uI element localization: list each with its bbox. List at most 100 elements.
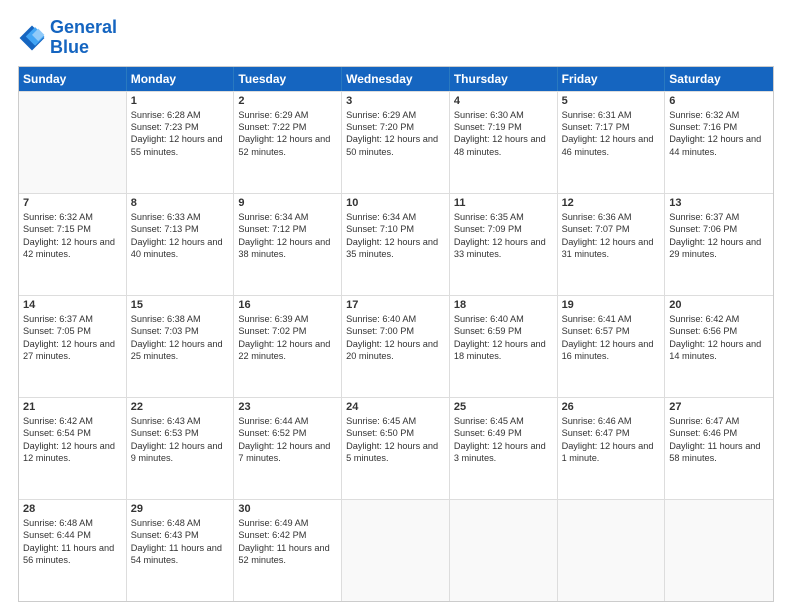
day-number: 12 — [562, 197, 661, 209]
calendar-row-3: 14 Sunrise: 6:37 AMSunset: 7:05 PMDayligh… — [19, 295, 773, 397]
day-number: 22 — [131, 401, 230, 413]
day-info: Sunrise: 6:30 AMSunset: 7:19 PMDaylight:… — [454, 109, 553, 159]
calendar-row-2: 7Sunrise: 6:32 AMSunset: 7:15 PMDaylight… — [19, 193, 773, 295]
day-number: 24 — [346, 401, 445, 413]
calendar-cell: 9 Sunrise: 6:34 AMSunset: 7:12 PMDaylight… — [234, 194, 342, 295]
day-number: 7 — [23, 197, 122, 209]
day-number: 25 — [454, 401, 553, 413]
header-cell-monday: Monday — [127, 67, 235, 91]
day-info: Sunrise: 6:40 AMSunset: 6:59 PMDaylight:… — [454, 313, 553, 363]
day-info: Sunrise: 6:43 AMSunset: 6:53 PMDaylight:… — [131, 415, 230, 465]
day-info: Sunrise: 6:32 AMSunset: 7:16 PMDaylight:… — [669, 109, 769, 159]
day-number: 30 — [238, 503, 337, 515]
day-number: 14 — [23, 299, 122, 311]
day-info: Sunrise: 6:47 AMSunset: 6:46 PMDaylight:… — [669, 415, 769, 465]
day-info: Sunrise: 6:29 AMSunset: 7:20 PMDaylight:… — [346, 109, 445, 159]
day-number: 27 — [669, 401, 769, 413]
calendar-cell: 10 Sunrise: 6:34 AMSunset: 7:10 PMDayligh… — [342, 194, 450, 295]
calendar-cell: 29 Sunrise: 6:48 AMSunset: 6:43 PMDayligh… — [127, 500, 235, 601]
day-info: Sunrise: 6:48 AMSunset: 6:43 PMDaylight:… — [131, 517, 230, 567]
day-number: 13 — [669, 197, 769, 209]
day-number: 15 — [131, 299, 230, 311]
calendar-row-4: 21 Sunrise: 6:42 AMSunset: 6:54 PMDayligh… — [19, 397, 773, 499]
calendar-cell: 27 Sunrise: 6:47 AMSunset: 6:46 PMDayligh… — [665, 398, 773, 499]
calendar-cell: 11 Sunrise: 6:35 AMSunset: 7:09 PMDayligh… — [450, 194, 558, 295]
calendar-cell — [19, 92, 127, 193]
day-info: Sunrise: 6:28 AMSunset: 7:23 PMDaylight:… — [131, 109, 230, 159]
calendar: SundayMondayTuesdayWednesdayThursdayFrid… — [18, 66, 774, 602]
calendar-cell — [558, 500, 666, 601]
calendar-row-5: 28 Sunrise: 6:48 AMSunset: 6:44 PMDayligh… — [19, 499, 773, 601]
calendar-cell: 30 Sunrise: 6:49 AMSunset: 6:42 PMDayligh… — [234, 500, 342, 601]
day-info: Sunrise: 6:36 AMSunset: 7:07 PMDaylight:… — [562, 211, 661, 261]
day-info: Sunrise: 6:34 AMSunset: 7:12 PMDaylight:… — [238, 211, 337, 261]
page: GeneralBlue SundayMondayTuesdayWednesday… — [0, 0, 792, 612]
calendar-body: 1 Sunrise: 6:28 AMSunset: 7:23 PMDaylight… — [19, 91, 773, 601]
day-info: Sunrise: 6:48 AMSunset: 6:44 PMDaylight:… — [23, 517, 122, 567]
day-number: 2 — [238, 95, 337, 107]
calendar-cell: 17Sunrise: 6:40 AMSunset: 7:00 PMDayligh… — [342, 296, 450, 397]
calendar-cell: 24 Sunrise: 6:45 AMSunset: 6:50 PMDayligh… — [342, 398, 450, 499]
day-info: Sunrise: 6:46 AMSunset: 6:47 PMDaylight:… — [562, 415, 661, 465]
day-info: Sunrise: 6:31 AMSunset: 7:17 PMDaylight:… — [562, 109, 661, 159]
header-cell-tuesday: Tuesday — [234, 67, 342, 91]
calendar-cell: 8 Sunrise: 6:33 AMSunset: 7:13 PMDaylight… — [127, 194, 235, 295]
day-number: 10 — [346, 197, 445, 209]
day-number: 23 — [238, 401, 337, 413]
day-info: Sunrise: 6:33 AMSunset: 7:13 PMDaylight:… — [131, 211, 230, 261]
day-number: 16 — [238, 299, 337, 311]
calendar-cell: 18Sunrise: 6:40 AMSunset: 6:59 PMDayligh… — [450, 296, 558, 397]
calendar-cell: 5 Sunrise: 6:31 AMSunset: 7:17 PMDaylight… — [558, 92, 666, 193]
calendar-cell — [450, 500, 558, 601]
calendar-cell: 28 Sunrise: 6:48 AMSunset: 6:44 PMDayligh… — [19, 500, 127, 601]
day-info: Sunrise: 6:38 AMSunset: 7:03 PMDaylight:… — [131, 313, 230, 363]
day-info: Sunrise: 6:42 AMSunset: 6:56 PMDaylight:… — [669, 313, 769, 363]
day-number: 3 — [346, 95, 445, 107]
day-info: Sunrise: 6:34 AMSunset: 7:10 PMDaylight:… — [346, 211, 445, 261]
header-cell-friday: Friday — [558, 67, 666, 91]
calendar-cell: 14 Sunrise: 6:37 AMSunset: 7:05 PMDayligh… — [19, 296, 127, 397]
day-info: Sunrise: 6:41 AMSunset: 6:57 PMDaylight:… — [562, 313, 661, 363]
calendar-cell: 12 Sunrise: 6:36 AMSunset: 7:07 PMDayligh… — [558, 194, 666, 295]
day-info: Sunrise: 6:35 AMSunset: 7:09 PMDaylight:… — [454, 211, 553, 261]
logo-text: GeneralBlue — [50, 18, 117, 58]
calendar-cell: 3 Sunrise: 6:29 AMSunset: 7:20 PMDaylight… — [342, 92, 450, 193]
calendar-cell: 20 Sunrise: 6:42 AMSunset: 6:56 PMDayligh… — [665, 296, 773, 397]
calendar-cell: 19 Sunrise: 6:41 AMSunset: 6:57 PMDayligh… — [558, 296, 666, 397]
day-info: Sunrise: 6:39 AMSunset: 7:02 PMDaylight:… — [238, 313, 337, 363]
header: GeneralBlue — [18, 18, 774, 58]
calendar-cell: 15 Sunrise: 6:38 AMSunset: 7:03 PMDayligh… — [127, 296, 235, 397]
day-number: 21 — [23, 401, 122, 413]
calendar-cell: 7Sunrise: 6:32 AMSunset: 7:15 PMDaylight… — [19, 194, 127, 295]
day-info: Sunrise: 6:37 AMSunset: 7:05 PMDaylight:… — [23, 313, 122, 363]
day-info: Sunrise: 6:37 AMSunset: 7:06 PMDaylight:… — [669, 211, 769, 261]
calendar-cell — [665, 500, 773, 601]
logo-line2: Blue — [50, 38, 117, 58]
day-info: Sunrise: 6:45 AMSunset: 6:50 PMDaylight:… — [346, 415, 445, 465]
day-number: 20 — [669, 299, 769, 311]
day-number: 5 — [562, 95, 661, 107]
calendar-cell: 1 Sunrise: 6:28 AMSunset: 7:23 PMDaylight… — [127, 92, 235, 193]
day-number: 19 — [562, 299, 661, 311]
day-info: Sunrise: 6:29 AMSunset: 7:22 PMDaylight:… — [238, 109, 337, 159]
day-info: Sunrise: 6:49 AMSunset: 6:42 PMDaylight:… — [238, 517, 337, 567]
logo-icon — [18, 24, 46, 52]
calendar-cell: 4Sunrise: 6:30 AMSunset: 7:19 PMDaylight… — [450, 92, 558, 193]
day-number: 8 — [131, 197, 230, 209]
header-cell-saturday: Saturday — [665, 67, 773, 91]
day-number: 26 — [562, 401, 661, 413]
day-number: 1 — [131, 95, 230, 107]
day-info: Sunrise: 6:45 AMSunset: 6:49 PMDaylight:… — [454, 415, 553, 465]
calendar-cell: 22 Sunrise: 6:43 AMSunset: 6:53 PMDayligh… — [127, 398, 235, 499]
day-number: 28 — [23, 503, 122, 515]
header-cell-wednesday: Wednesday — [342, 67, 450, 91]
day-number: 29 — [131, 503, 230, 515]
day-info: Sunrise: 6:40 AMSunset: 7:00 PMDaylight:… — [346, 313, 445, 363]
day-number: 11 — [454, 197, 553, 209]
logo: GeneralBlue — [18, 18, 117, 58]
calendar-header: SundayMondayTuesdayWednesdayThursdayFrid… — [19, 67, 773, 91]
logo-line1: General — [50, 18, 117, 38]
calendar-cell: 23Sunrise: 6:44 AMSunset: 6:52 PMDayligh… — [234, 398, 342, 499]
day-number: 9 — [238, 197, 337, 209]
day-info: Sunrise: 6:42 AMSunset: 6:54 PMDaylight:… — [23, 415, 122, 465]
